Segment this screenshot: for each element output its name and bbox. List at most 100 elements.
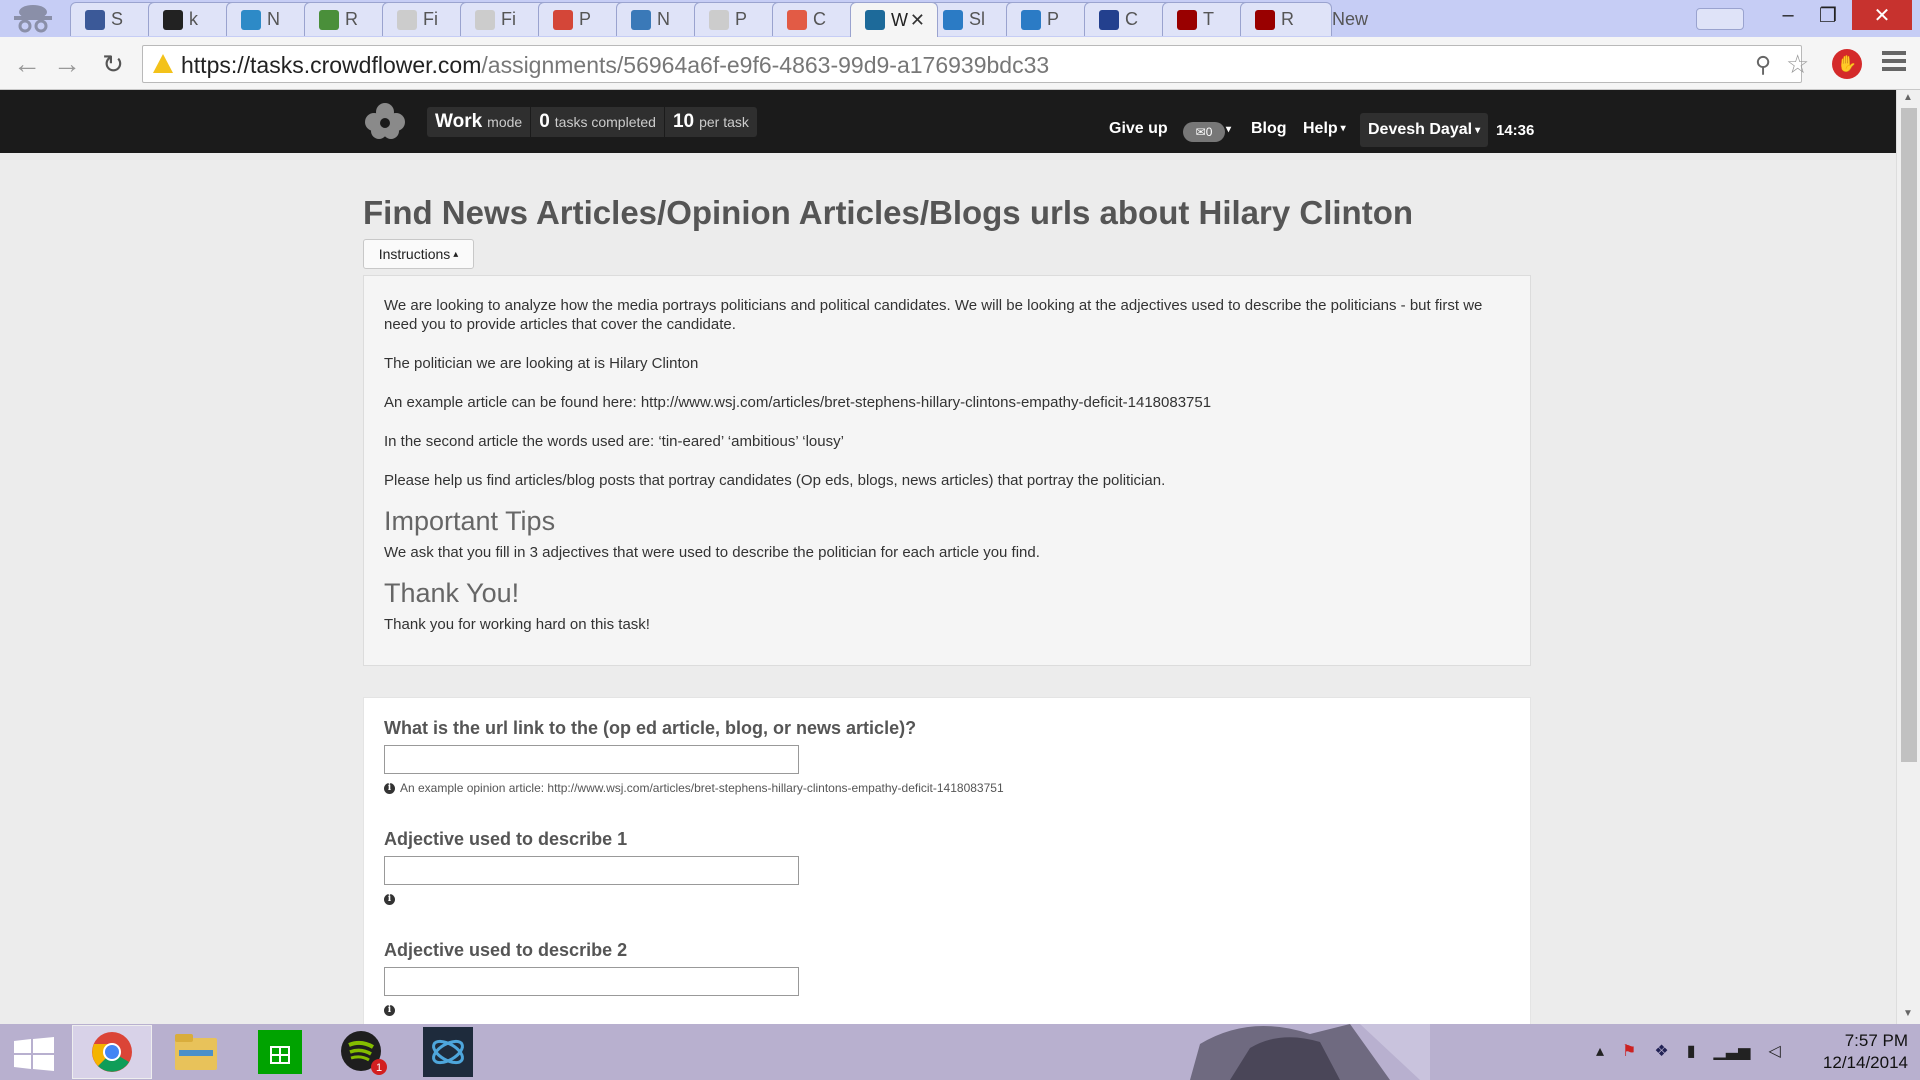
github-icon — [163, 9, 183, 30]
spotify-badge: 1 — [376, 1062, 382, 1074]
work-label: Work — [435, 111, 483, 132]
sj-icon — [943, 9, 963, 30]
article-url-input[interactable] — [384, 745, 799, 774]
penn-shield-icon — [1255, 9, 1275, 30]
instruction-paragraph: In the second article the words used are… — [384, 433, 844, 450]
forward-arrow-icon[interactable]: → — [50, 47, 84, 81]
scrollbar-thumb[interactable] — [1901, 108, 1917, 762]
document-icon — [397, 9, 417, 30]
adjective-1-label: Adjective used to describe 1 — [384, 829, 628, 849]
adblock-icon[interactable]: ✋ — [1832, 49, 1862, 79]
chrome-taskbar-button[interactable] — [72, 1025, 152, 1079]
user-menu[interactable]: Devesh Dayal ▾ — [1360, 113, 1489, 147]
store-taskbar-button[interactable] — [240, 1025, 320, 1079]
chrome-icon — [92, 1032, 132, 1072]
instruction-paragraph: We are looking to analyze how the media … — [384, 297, 1483, 333]
page-scrollbar[interactable]: ▲ ▼ — [1896, 90, 1920, 1024]
help-menu[interactable]: Help ▾ — [1303, 120, 1346, 138]
tab-title: R — [345, 9, 358, 29]
instruction-paragraph: The politician we are looking at is Hila… — [384, 355, 699, 372]
sj-icon — [1021, 9, 1041, 30]
instructions-toggle-button[interactable]: Instructions ▴ — [363, 239, 474, 269]
adjective-1-input[interactable] — [384, 856, 799, 885]
address-bar[interactable]: https://tasks.crowdflower.com/assignment… — [142, 45, 1809, 83]
adjective-2-hint: i — [384, 1003, 1510, 1017]
instruction-paragraph: An example article can be found here: ht… — [384, 394, 1212, 411]
info-icon: i — [384, 1004, 395, 1016]
restore-icon[interactable]: ❐ — [1808, 0, 1848, 30]
p-app-icon — [631, 9, 651, 30]
back-arrow-icon[interactable]: ← — [10, 47, 44, 81]
facebook-icon — [85, 9, 105, 30]
tab-title: T — [1203, 9, 1214, 29]
blog-link[interactable]: Blog — [1251, 120, 1287, 138]
url-hint: i An example opinion article: http://www.… — [384, 781, 1510, 795]
volume-icon[interactable]: ◁ — [1768, 1041, 1780, 1061]
action-center-flag-icon[interactable]: ⚑ — [1622, 1041, 1636, 1061]
user-caret-icon: ▾ — [1475, 124, 1481, 136]
tab-title: Fi — [423, 9, 438, 29]
network-signal-icon[interactable]: ▁▃▅ — [1714, 1041, 1751, 1061]
caret-up-icon: ▴ — [453, 248, 459, 260]
browser-tab[interactable]: W ✕ — [850, 2, 938, 37]
help-label: Help — [1303, 120, 1338, 137]
tab-title: P — [579, 9, 592, 29]
crowdflower-blue-icon — [865, 10, 885, 30]
instructions-panel: We are looking to analyze how the media … — [363, 275, 1531, 666]
dropbox-icon[interactable]: ❖ — [1654, 1041, 1668, 1061]
bookmark-star-icon[interactable]: ☆ — [1786, 49, 1809, 80]
url-host: https://tasks.crowdflower.com — [181, 52, 482, 78]
instructions-label: Instructions — [378, 246, 451, 262]
system-tray: ▴ ⚑ ❖ ▮ ▁▃▅ ◁ — [1596, 1036, 1781, 1066]
minimize-icon[interactable]: – — [1768, 0, 1808, 30]
browser-menu-icon[interactable] — [1882, 51, 1906, 75]
mail-icon: ✉ — [1195, 125, 1206, 139]
window-close-icon[interactable]: ✕ — [1852, 0, 1912, 30]
file-explorer-taskbar-button[interactable] — [156, 1025, 236, 1079]
system-clock[interactable]: 7:57 PM 12/14/2014 — [1808, 1030, 1908, 1074]
reload-icon[interactable]: ↻ — [96, 47, 130, 81]
tips-text: We ask that you fill in 3 adjectives tha… — [384, 544, 1040, 561]
app-taskbar-button[interactable] — [408, 1025, 488, 1079]
search-icon[interactable]: ⚲ — [1755, 52, 1771, 78]
battery-icon[interactable]: ▮ — [1687, 1041, 1696, 1061]
mail-caret-icon[interactable]: ▾ — [1226, 124, 1231, 135]
tab-title: R — [1281, 9, 1294, 29]
give-up-link[interactable]: Give up — [1109, 120, 1168, 138]
gmail-icon — [553, 9, 573, 30]
green-circle-icon — [319, 9, 339, 30]
help-caret-icon: ▾ — [1340, 123, 1346, 134]
instruction-paragraph: Please help us find articles/blog posts … — [384, 472, 1166, 489]
tab-close-icon[interactable]: ✕ — [910, 10, 925, 31]
task-timer: 14:36 — [1496, 122, 1535, 139]
tab-title: New — [1332, 8, 1369, 29]
spotify-taskbar-button[interactable]: 1 — [324, 1025, 404, 1079]
browser-toolbar: ← → ↻ https://tasks.crowdflower.com/assi… — [0, 37, 1920, 90]
browser-tab[interactable]: New — [1318, 2, 1410, 36]
tab-title: W — [891, 9, 908, 30]
spotify-icon: 1 — [341, 1031, 387, 1075]
url-hint-text: An example opinion article: http://www.w… — [400, 781, 1004, 795]
info-icon: i — [384, 893, 395, 905]
tab-title: Fi — [501, 9, 516, 29]
windows-start-icon[interactable] — [14, 1037, 54, 1071]
crowdflower-icon — [787, 9, 807, 30]
new-tab-button[interactable] — [1696, 8, 1744, 30]
tab-title: k — [189, 9, 198, 29]
adjective-2-label: Adjective used to describe 2 — [384, 940, 628, 960]
scroll-down-icon[interactable]: ▼ — [1903, 1008, 1913, 1019]
mail-count: 0 — [1205, 125, 1213, 139]
document-icon — [709, 9, 729, 30]
scroll-up-icon[interactable]: ▲ — [1903, 92, 1913, 103]
tray-expand-icon[interactable]: ▴ — [1596, 1041, 1604, 1061]
crowdflower-logo-icon[interactable] — [362, 100, 408, 140]
crowdflower-navbar: Work mode 0 tasks completed 10 per task Giv… — [0, 90, 1896, 153]
adjective-2-input[interactable] — [384, 967, 799, 996]
thanks-text: Thank you for working hard on this task! — [384, 616, 650, 633]
tasks-completed-label: tasks completed — [554, 114, 656, 130]
clock-date: 12/14/2014 — [1822, 1053, 1908, 1072]
tab-title: N — [657, 9, 670, 29]
tab-title: P — [735, 9, 748, 29]
mail-button[interactable]: ✉ 0 — [1183, 122, 1225, 142]
url-text[interactable]: https://tasks.crowdflower.com/assignment… — [181, 52, 1049, 79]
